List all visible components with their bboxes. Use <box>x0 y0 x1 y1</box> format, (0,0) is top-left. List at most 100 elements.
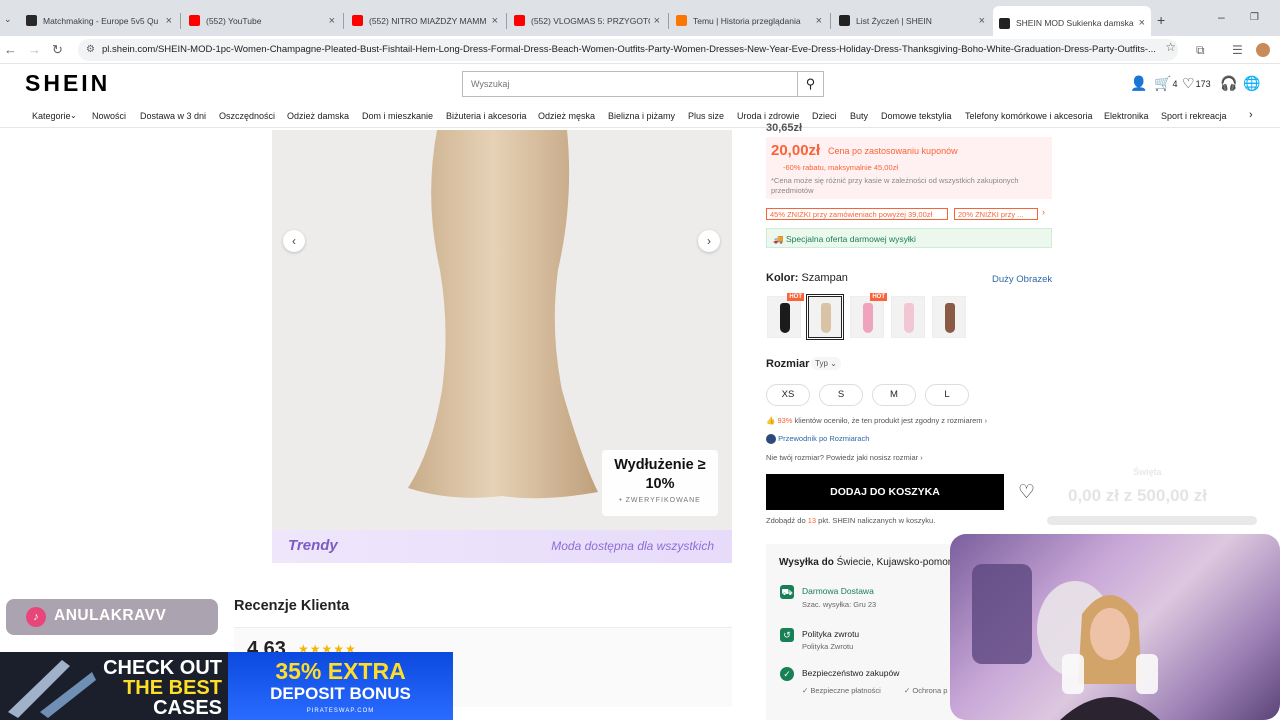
color-swatch[interactable]: HOT <box>850 293 887 338</box>
browser-tab[interactable]: (552) NITRO MIAŻDŻY MAMM × <box>346 8 504 33</box>
tab-divider <box>506 13 507 29</box>
restore-icon[interactable]: ❐ <box>1250 12 1259 23</box>
shipping-title[interactable]: Wysyłka do Świecie, Kujawsko-pomorskie <box>779 557 969 568</box>
sponsor-ad-banner[interactable]: CHECK OUT THE BEST CASES 35% EXTRA DEPOS… <box>0 652 453 720</box>
size-option[interactable]: M <box>872 384 916 406</box>
forward-icon[interactable]: → <box>28 42 41 57</box>
wishlist-icon[interactable]: ♡ 173 <box>1182 75 1211 92</box>
tab-search-icon[interactable]: ⌄ <box>4 14 12 25</box>
size-guide-text: Przewodnik po Rozmiarach <box>778 434 870 443</box>
search-icon[interactable]: ⚲ <box>797 72 823 96</box>
cart-icon[interactable]: 🛒 4 <box>1154 75 1177 92</box>
donation-goal-label: Święta <box>1133 467 1162 477</box>
shein-logo[interactable]: SHEIN <box>25 70 110 97</box>
chevron-right-icon[interactable]: › <box>1249 109 1253 121</box>
size-type-value: Typ <box>815 359 828 368</box>
ad-bonus-line-2: DEPOSIT BONUS <box>270 684 411 703</box>
coupon-price: 20,00zł <box>771 142 821 159</box>
browser-tab[interactable]: Temu | Historia przeglądania × <box>670 8 828 33</box>
size-option[interactable]: XS <box>766 384 810 406</box>
new-tab-icon[interactable]: + <box>1157 12 1165 28</box>
search-input[interactable] <box>463 72 798 96</box>
close-icon[interactable]: × <box>492 15 498 27</box>
category-item[interactable]: Plus size <box>688 111 724 121</box>
close-icon[interactable]: × <box>654 15 660 27</box>
chevron-right-icon: › <box>920 453 923 462</box>
wishlist-count: 173 <box>1195 78 1211 89</box>
promo-tag[interactable]: 20% ZNIŻKI przy ... <box>954 208 1038 220</box>
category-item[interactable]: Buty <box>850 111 868 121</box>
category-item[interactable]: Bielizna i piżamy <box>608 111 675 121</box>
swatch-color <box>821 303 831 333</box>
close-icon[interactable]: × <box>329 15 335 27</box>
category-item[interactable]: Telefony komórkowe i akcesoria <box>965 111 1093 121</box>
heart-icon[interactable]: ♡ <box>1018 481 1035 504</box>
account-icon[interactable]: 👤 <box>1130 75 1147 92</box>
browser-tab[interactable]: (552) VLOGMAS 5: PRZYGOTO × <box>508 8 666 33</box>
category-item[interactable]: Odzież damska <box>287 111 349 121</box>
category-item[interactable]: Domowe tekstylia <box>881 111 952 121</box>
return-policy-title: Polityka zwrotu <box>802 629 860 639</box>
tab-title: (552) VLOGMAS 5: PRZYGOTO <box>531 15 650 26</box>
size-option[interactable]: S <box>819 384 863 406</box>
youtube-icon <box>189 15 200 26</box>
category-item[interactable]: Elektronika <box>1104 111 1149 121</box>
extensions-icon[interactable]: ⧉ <box>1196 43 1205 58</box>
category-item[interactable]: Oszczędności <box>219 111 275 121</box>
site-info-icon[interactable]: ⚙ <box>86 44 95 55</box>
close-icon[interactable]: × <box>816 15 822 27</box>
fit-rating[interactable]: 👍 93% klientów oceniło, że ten produkt j… <box>766 416 987 425</box>
category-item[interactable]: Dom i mieszkanie <box>362 111 433 121</box>
category-item[interactable]: Odzież męska <box>538 111 595 121</box>
color-swatch[interactable] <box>891 296 925 338</box>
return-policy-sub: Polityka Zwrotu <box>802 642 854 651</box>
support-icon[interactable]: 🎧 <box>1220 75 1237 92</box>
category-item[interactable]: Sport i rekreacja <box>1161 111 1227 121</box>
category-item[interactable]: Kategorie <box>32 111 71 121</box>
category-item[interactable]: Biżuteria i akcesoria <box>446 111 527 121</box>
color-swatch[interactable]: HOT <box>767 293 804 338</box>
url-text: pl.shein.com/SHEIN-MOD-1pc-Women-Champag… <box>102 44 1156 55</box>
truck-icon: 🚚 <box>773 234 784 244</box>
category-item[interactable]: Dostawa w 3 dni <box>140 111 206 121</box>
next-image-button[interactable]: › <box>698 230 720 252</box>
chevron-right-icon[interactable]: › <box>1042 207 1045 217</box>
url-field[interactable]: ⚙ pl.shein.com/SHEIN-MOD-1pc-Women-Champ… <box>78 39 1178 61</box>
size-help-link[interactable]: Nie twój rozmiar? Powiedz jaki nosisz ro… <box>766 453 923 462</box>
size-type-dropdown[interactable]: Typ ⌄ <box>811 357 841 370</box>
menu-list-icon[interactable]: ☰ <box>1232 43 1243 57</box>
category-item[interactable]: Dzieci <box>812 111 837 121</box>
browser-tab[interactable]: List Życzeń | SHEIN × <box>833 8 991 33</box>
fit-text: klientów oceniło, że ten produkt jest zg… <box>794 416 983 425</box>
bookmark-star-icon[interactable]: ☆ <box>1165 40 1176 54</box>
reload-icon[interactable]: ↻ <box>52 42 63 58</box>
close-icon[interactable]: × <box>1139 17 1145 29</box>
minimize-icon[interactable]: – <box>1218 10 1225 24</box>
prev-image-button[interactable]: ‹ <box>283 230 305 252</box>
trendy-banner[interactable]: Trendy Moda dostępna dla wszystkich <box>272 530 732 563</box>
back-icon[interactable]: ← <box>4 42 17 57</box>
close-icon[interactable]: × <box>166 15 172 27</box>
chevron-down-icon: ⌄ <box>70 111 77 120</box>
promo-tag[interactable]: 45% ZNIŻKI przy zamówieniach powyżej 39,… <box>766 208 948 220</box>
color-swatch-selected[interactable] <box>806 294 844 340</box>
color-swatch[interactable] <box>932 296 966 338</box>
browser-tab[interactable]: Matchmaking - Europe 5v5 Qu × <box>20 8 178 33</box>
category-item[interactable]: Nowości <box>92 111 126 121</box>
size-option[interactable]: L <box>925 384 969 406</box>
browser-tab[interactable]: (552) YouTube × <box>183 8 341 33</box>
big-image-link[interactable]: Duży Obrazek <box>992 274 1052 285</box>
tab-title: Temu | Historia przeglądania <box>693 15 801 26</box>
close-icon[interactable]: × <box>979 15 985 27</box>
safety-item: ✓ Ochrona p <box>904 686 948 695</box>
browser-tab-active[interactable]: SHEIN MOD Sukienka damska × <box>993 6 1151 40</box>
category-item[interactable]: Uroda i zdrowie <box>737 111 800 121</box>
language-globe-icon[interactable]: 🌐 <box>1243 75 1260 92</box>
add-to-cart-button[interactable]: DODAJ DO KOSZYKA <box>766 474 1004 510</box>
color-label-key: Kolor: <box>766 272 799 284</box>
profile-avatar-icon[interactable] <box>1256 43 1270 57</box>
coupon-price-box: 20,00zł Cena po zastosowaniu kuponów -60… <box>766 137 1052 199</box>
size-guide-link[interactable]: Przewodnik po Rozmiarach <box>766 434 870 445</box>
ad-domain: PIRATESWAP.COM <box>306 708 375 714</box>
points-number: 13 <box>807 516 817 525</box>
